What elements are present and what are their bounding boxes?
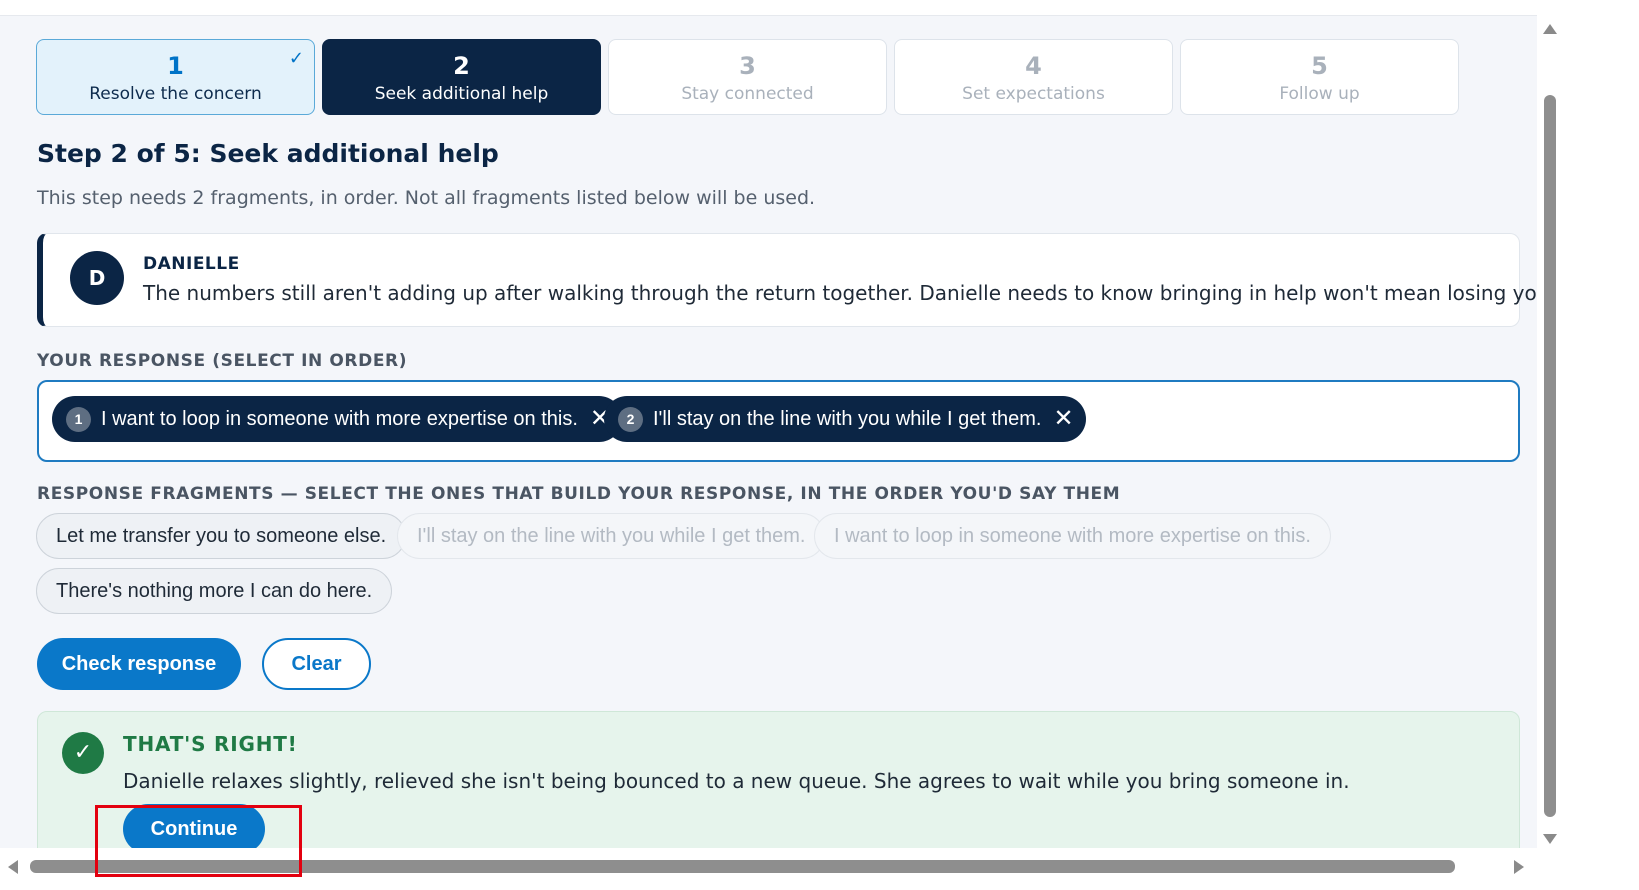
fragment-chip[interactable]: Let me transfer you to someone else. [36,513,407,559]
avatar: D [70,251,124,305]
step-number: 4 [1025,52,1042,80]
step-description: This step needs 2 fragments, in order. N… [37,187,816,209]
chip-label: I want to loop in someone with more expe… [101,407,578,430]
fragment-chip-used[interactable]: I want to loop in someone with more expe… [814,513,1331,559]
scroll-left-arrow-icon[interactable] [8,860,18,874]
customer-name: DANIELLE [143,254,240,274]
lesson-viewport: ✓ 1 Resolve the concern 2 Seek additiona… [0,15,1537,861]
scroll-right-arrow-icon[interactable] [1514,860,1524,874]
step-3-stay-connected[interactable]: 3 Stay connected [608,39,887,115]
step-number: 2 [453,52,470,80]
step-label: Stay connected [681,84,814,104]
selected-fragment-chip[interactable]: 1 I want to loop in someone with more ex… [52,396,623,442]
scroll-up-arrow-icon[interactable] [1543,24,1557,34]
checkmark-icon: ✓ [62,732,104,774]
fragments-section-label: RESPONSE FRAGMENTS — SELECT THE ONES THA… [37,484,1121,504]
response-section-label: YOUR RESPONSE (SELECT IN ORDER) [37,351,408,371]
fragment-chip-used[interactable]: I'll stay on the line with you while I g… [397,513,826,559]
step-label: Resolve the concern [89,84,262,104]
selected-fragment-chip[interactable]: 2 I'll stay on the line with you while I… [604,396,1086,442]
step-1-resolve-the-concern[interactable]: ✓ 1 Resolve the concern [36,39,315,115]
step-label: Follow up [1279,84,1360,104]
page-title: Step 2 of 5: Seek additional help [37,139,499,168]
step-2-seek-additional-help[interactable]: 2 Seek additional help [322,39,601,115]
checkmark-icon: ✓ [288,48,304,69]
step-number: 1 [167,52,184,80]
response-drop-area: 1 I want to loop in someone with more ex… [37,380,1520,462]
chip-label: I'll stay on the line with you while I g… [653,407,1042,430]
step-label: Seek additional help [374,84,549,104]
scroll-down-arrow-icon[interactable] [1543,834,1557,844]
clear-button[interactable]: Clear [262,638,371,690]
step-4-set-expectations[interactable]: 4 Set expectations [894,39,1173,115]
vertical-scrollbar-thumb[interactable] [1544,95,1556,817]
step-number: 3 [739,52,756,80]
step-number: 5 [1311,52,1328,80]
feedback-text: Danielle relaxes slightly, relieved she … [123,769,1350,793]
customer-message: The numbers still aren't adding up after… [143,281,1537,305]
check-response-button[interactable]: Check response [37,638,241,690]
continue-button[interactable]: Continue [123,804,265,854]
customer-message-card: D DANIELLE The numbers still aren't addi… [37,233,1537,327]
horizontal-scrollbar-thumb[interactable] [30,860,1455,873]
order-badge: 1 [66,406,91,432]
feedback-panel: ✓ THAT'S RIGHT! Danielle relaxes slightl… [37,711,1520,861]
close-icon[interactable]: ✕ [1053,407,1073,431]
step-label: Set expectations [962,84,1105,104]
step-5-follow-up[interactable]: 5 Follow up [1180,39,1459,115]
fragment-chip[interactable]: There's nothing more I can do here. [36,568,393,614]
feedback-title: THAT'S RIGHT! [123,732,298,756]
order-badge: 2 [618,406,643,432]
